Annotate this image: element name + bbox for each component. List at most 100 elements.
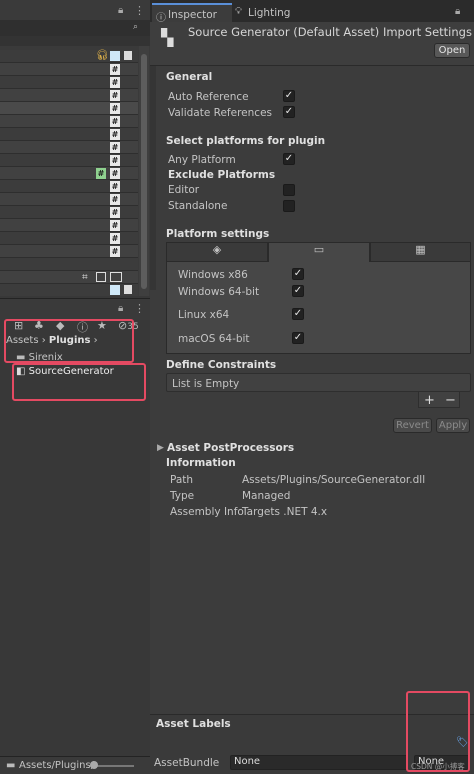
hierarchy-scrollbar[interactable]	[139, 46, 149, 296]
project-toolbar: 🔒︎ ⋮	[0, 298, 150, 320]
folder-icon: ▬	[6, 760, 16, 771]
open-button[interactable]: Open	[434, 43, 470, 58]
apply-button[interactable]: Apply	[436, 418, 470, 433]
canvas-icon	[110, 272, 122, 282]
standalone-label: Standalone	[168, 200, 228, 212]
tab-inspector[interactable]: ⓘ Inspector	[152, 3, 232, 24]
script-icon: #	[96, 168, 106, 179]
tab-lighting[interactable]: 💡︎ Lighting	[234, 3, 314, 22]
script-icon: #	[110, 168, 120, 179]
auto-reference-label: Auto Reference	[168, 91, 249, 103]
remove-item-button[interactable]: −	[445, 393, 456, 408]
rect-icon	[96, 272, 106, 282]
any-platform-checkbox[interactable]: ✓	[283, 153, 295, 165]
script-icon: #	[110, 233, 120, 244]
menu-icon[interactable]: ⋮	[134, 302, 145, 315]
macos-64-checkbox[interactable]: ✓	[292, 332, 304, 344]
zoom-slider[interactable]	[94, 765, 134, 767]
hierarchy-row[interactable]: #	[0, 102, 138, 115]
windows-64-checkbox[interactable]: ✓	[292, 285, 304, 297]
script-icon: #	[110, 116, 120, 127]
exclude-platforms-heading: Exclude Platforms	[168, 169, 276, 181]
hierarchy-row[interactable]: #	[0, 232, 138, 245]
validate-references-label: Validate References	[168, 107, 272, 119]
type-label: Type	[170, 490, 195, 502]
assembly-info-value: Targets .NET 4.x	[242, 506, 328, 518]
hierarchy-row[interactable]: #	[0, 141, 138, 154]
hierarchy-row[interactable]: ⌗	[0, 271, 138, 284]
hierarchy-row[interactable]: #	[0, 206, 138, 219]
assetbundle-value: None	[234, 756, 261, 767]
bottom-path: Assets/Plugins/	[19, 760, 95, 771]
monitor-icon: ▭	[313, 243, 325, 256]
linux-x64-checkbox[interactable]: ✓	[292, 308, 304, 320]
windows-x86-checkbox[interactable]: ✓	[292, 268, 304, 280]
hierarchy-row[interactable]: # #	[0, 167, 138, 180]
macos-64-label: macOS 64-bit	[178, 333, 250, 345]
menu-icon[interactable]: ⋮	[470, 5, 474, 18]
standalone-checkbox[interactable]	[283, 200, 295, 212]
hierarchy-row[interactable]: 🎧︎	[0, 50, 138, 63]
script-icon: #	[110, 181, 120, 192]
path-value: Assets/Plugins/SourceGenerator.dll	[242, 474, 426, 486]
display-icon	[110, 285, 120, 295]
hierarchy-row[interactable]	[0, 284, 138, 296]
asset-labels-heading: Asset Labels	[156, 718, 231, 730]
lock-icon[interactable]: 🔒︎	[455, 6, 460, 17]
hierarchy-row[interactable]: #	[0, 193, 138, 206]
hierarchy-row[interactable]: #	[0, 219, 138, 232]
project-bottombar: ▬ Assets/Plugins/	[0, 756, 150, 774]
hierarchy-row[interactable]: #	[0, 245, 138, 258]
foldout-arrow-icon[interactable]: ▶	[157, 443, 164, 453]
assembly-info-label: Assembly Info	[170, 506, 244, 518]
validate-references-checkbox[interactable]: ✓	[283, 106, 295, 118]
grid-icon: ▦	[415, 243, 426, 256]
script-icon: #	[110, 155, 120, 166]
asset-postprocessors-heading[interactable]: Asset PostProcessors	[167, 442, 294, 454]
highlight-box	[4, 319, 134, 363]
windows-x86-label: Windows x86	[178, 269, 248, 281]
hierarchy-row[interactable]: #	[0, 128, 138, 141]
tab-standalone-platform[interactable]: ▭	[268, 242, 370, 262]
display-icon	[110, 51, 120, 61]
hierarchy-row[interactable]: #	[0, 154, 138, 167]
search-bar[interactable]	[0, 20, 150, 36]
lightbulb-icon: 💡︎	[235, 6, 242, 17]
lock-icon[interactable]: 🔒︎	[118, 5, 123, 16]
editor-label: Editor	[168, 184, 200, 196]
define-constraints-heading: Define Constraints	[166, 359, 277, 371]
platform-settings-heading: Platform settings	[166, 228, 270, 240]
any-platform-label: Any Platform	[168, 154, 236, 166]
assetbundle-label: AssetBundle	[154, 757, 220, 769]
tab-editor-platform[interactable]: ◈	[166, 242, 268, 262]
headphone-icon: 🎧︎	[96, 50, 109, 61]
editor-checkbox[interactable]	[283, 184, 295, 196]
highlight-box	[12, 363, 146, 401]
auto-reference-checkbox[interactable]: ✓	[283, 90, 295, 102]
hierarchy-row[interactable]: #	[0, 115, 138, 128]
script-icon: #	[110, 142, 120, 153]
list-empty-label: List is Empty	[172, 378, 240, 390]
unity-icon: ◈	[212, 243, 222, 256]
linux-x64-label: Linux x64	[178, 309, 230, 321]
scene-search-icon[interactable]: ⌕	[133, 22, 138, 32]
component-icon	[124, 51, 132, 60]
assetbundle-dropdown[interactable]: None	[230, 755, 408, 770]
inspector-scroll	[150, 66, 156, 290]
revert-button[interactable]: Revert	[393, 418, 432, 433]
hierarchy-row[interactable]	[0, 258, 138, 271]
tab-other-platform[interactable]: ▦	[370, 242, 471, 262]
hierarchy-row[interactable]: #	[0, 180, 138, 193]
hierarchy-row[interactable]: #	[0, 89, 138, 102]
script-icon: #	[110, 246, 120, 257]
type-value: Managed	[242, 490, 291, 502]
hierarchy-row[interactable]: #	[0, 63, 138, 76]
windows-64-label: Windows 64-bit	[178, 286, 260, 298]
menu-icon[interactable]: ⋮	[134, 4, 145, 17]
script-icon: #	[110, 77, 120, 88]
hierarchy-row[interactable]: #	[0, 76, 138, 89]
zoom-slider-thumb[interactable]	[90, 761, 98, 769]
script-icon: #	[110, 194, 120, 205]
add-item-button[interactable]: +	[424, 393, 435, 408]
lock-icon[interactable]: 🔒︎	[118, 303, 123, 314]
